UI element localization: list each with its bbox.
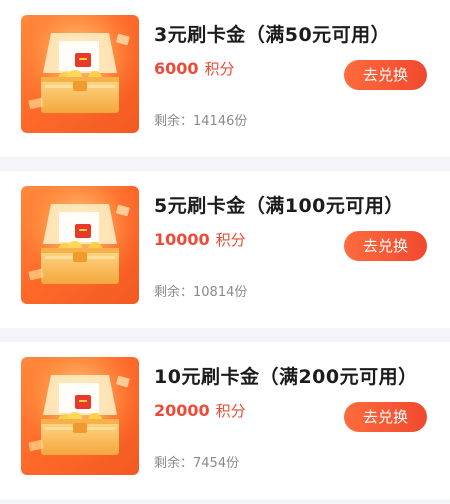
treasure-chest-image bbox=[21, 357, 139, 475]
reward-title: 3元刷卡金（满50元可用） bbox=[154, 24, 391, 46]
stock-value: 7454份 bbox=[193, 456, 240, 471]
stock-value: 10814份 bbox=[193, 285, 248, 300]
reward-title: 5元刷卡金（满100元可用） bbox=[154, 195, 404, 217]
treasure-chest-image bbox=[21, 15, 139, 133]
stock-label: 剩余： bbox=[154, 114, 194, 129]
points-price: 10000 积分 bbox=[154, 229, 246, 250]
points-price: 20000 积分 bbox=[154, 400, 246, 421]
stock-label: 剩余： bbox=[154, 456, 194, 471]
points-unit: 积分 bbox=[215, 402, 246, 420]
points-unit: 积分 bbox=[204, 60, 235, 78]
remaining-stock: 剩余：10814份 bbox=[154, 281, 247, 300]
remaining-stock: 剩余：7454份 bbox=[154, 452, 239, 471]
redeem-button[interactable]: 去兑换 bbox=[344, 231, 427, 261]
points-value: 20000 bbox=[154, 401, 210, 420]
remaining-stock: 剩余：14146份 bbox=[154, 110, 247, 129]
reward-card[interactable]: 3元刷卡金（满50元可用） 6000 积分 剩余：14146份 去兑换 bbox=[0, 0, 450, 157]
treasure-chest-image bbox=[21, 186, 139, 304]
redeem-button[interactable]: 去兑换 bbox=[344, 402, 427, 432]
points-unit: 积分 bbox=[215, 231, 246, 249]
stock-label: 剩余： bbox=[154, 285, 194, 300]
reward-list: 3元刷卡金（满50元可用） 6000 积分 剩余：14146份 去兑换 5元刷卡… bbox=[0, 0, 450, 504]
reward-card[interactable]: 5元刷卡金（满100元可用） 10000 积分 剩余：10814份 去兑换 bbox=[0, 171, 450, 328]
points-value: 10000 bbox=[154, 230, 210, 249]
stock-value: 14146份 bbox=[193, 114, 248, 129]
points-value: 6000 bbox=[154, 59, 199, 78]
reward-card[interactable]: 10元刷卡金（满200元可用） 20000 积分 剩余：7454份 去兑换 bbox=[0, 342, 450, 499]
reward-title: 10元刷卡金（满200元可用） bbox=[154, 366, 418, 388]
redeem-button[interactable]: 去兑换 bbox=[344, 60, 427, 90]
points-price: 6000 积分 bbox=[154, 58, 235, 79]
